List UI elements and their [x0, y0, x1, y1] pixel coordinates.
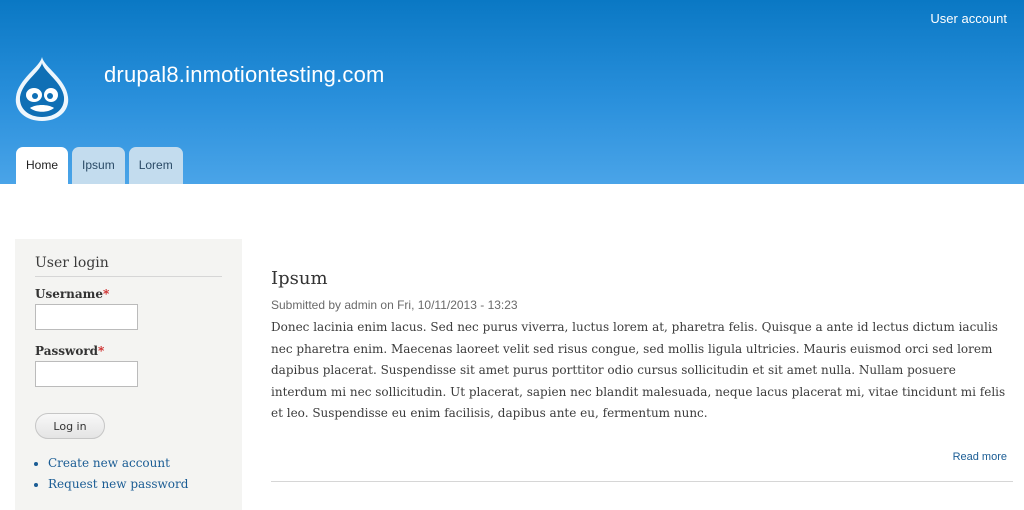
block-title: User login: [35, 255, 222, 277]
request-password-link[interactable]: Request new password: [48, 477, 188, 491]
log-in-button[interactable]: Log in: [35, 413, 105, 439]
tab-home[interactable]: Home: [16, 147, 69, 184]
user-links: Create new account Request new password: [35, 453, 222, 495]
password-label-text: Password: [35, 344, 99, 358]
drupal-drop-icon[interactable]: [12, 55, 72, 123]
username-label: Username*: [35, 287, 222, 301]
tab-ipsum[interactable]: Ipsum: [72, 147, 125, 184]
read-more-link[interactable]: Read more: [953, 451, 1007, 463]
tab-lorem[interactable]: Lorem: [128, 147, 183, 184]
password-input[interactable]: [35, 361, 138, 387]
list-item: Request new password: [48, 474, 222, 495]
site-name[interactable]: drupal8.inmotiontesting.com: [104, 62, 385, 88]
required-marker: *: [98, 344, 105, 358]
main-menu: Home Ipsum Lorem: [16, 147, 187, 184]
site-header: User account drupal8.inmotiontesting.com…: [0, 0, 1024, 184]
user-login-block: User login Username* Password* Log in Cr…: [15, 239, 242, 510]
required-marker: *: [103, 287, 110, 301]
article-body: Donec lacinia enim lacus. Sed nec purus …: [271, 320, 1006, 420]
user-account-link[interactable]: User account: [930, 11, 1007, 26]
username-label-text: Username: [35, 287, 104, 301]
create-account-link[interactable]: Create new account: [48, 456, 170, 470]
username-input[interactable]: [35, 304, 138, 330]
article-teaser: Ipsum Submitted by admin on Fri, 10/11/2…: [271, 268, 1013, 482]
article-title[interactable]: Ipsum: [271, 268, 1013, 289]
password-label: Password*: [35, 344, 222, 358]
submitted-info: Submitted by admin on Fri, 10/11/2013 - …: [271, 298, 518, 312]
list-item: Create new account: [48, 453, 222, 474]
divider: [271, 481, 1013, 482]
